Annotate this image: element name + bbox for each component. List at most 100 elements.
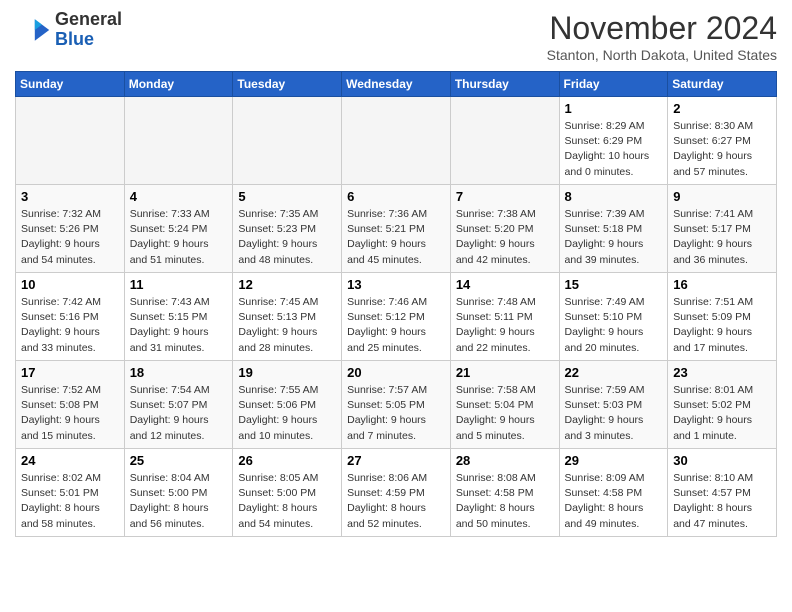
day-info: Sunrise: 8:09 AMSunset: 4:58 PMDaylight:… [565,471,663,532]
calendar-week-row: 17 Sunrise: 7:52 AMSunset: 5:08 PMDayligh… [16,361,777,449]
day-info: Sunrise: 8:05 AMSunset: 5:00 PMDaylight:… [238,471,336,532]
calendar-cell: 4 Sunrise: 7:33 AMSunset: 5:24 PMDaylight… [124,185,233,273]
calendar-cell: 26 Sunrise: 8:05 AMSunset: 5:00 PMDayligh… [233,449,342,537]
calendar-cell: 11 Sunrise: 7:43 AMSunset: 5:15 PMDayligh… [124,273,233,361]
calendar-cell: 25 Sunrise: 8:04 AMSunset: 5:00 PMDayligh… [124,449,233,537]
calendar-cell: 13 Sunrise: 7:46 AMSunset: 5:12 PMDayligh… [342,273,451,361]
calendar-cell: 19 Sunrise: 7:55 AMSunset: 5:06 PMDayligh… [233,361,342,449]
day-info: Sunrise: 8:02 AMSunset: 5:01 PMDaylight:… [21,471,119,532]
day-number: 12 [238,277,336,292]
day-info: Sunrise: 7:33 AMSunset: 5:24 PMDaylight:… [130,207,228,268]
weekday-header: Friday [559,72,668,97]
day-info: Sunrise: 7:48 AMSunset: 5:11 PMDaylight:… [456,295,554,356]
day-number: 23 [673,365,771,380]
day-info: Sunrise: 7:36 AMSunset: 5:21 PMDaylight:… [347,207,445,268]
day-info: Sunrise: 8:30 AMSunset: 6:27 PMDaylight:… [673,119,771,180]
calendar-cell: 6 Sunrise: 7:36 AMSunset: 5:21 PMDaylight… [342,185,451,273]
day-info: Sunrise: 7:39 AMSunset: 5:18 PMDaylight:… [565,207,663,268]
day-info: Sunrise: 8:08 AMSunset: 4:58 PMDaylight:… [456,471,554,532]
calendar-cell [450,97,559,185]
calendar-cell [342,97,451,185]
calendar-cell [124,97,233,185]
calendar-cell: 14 Sunrise: 7:48 AMSunset: 5:11 PMDayligh… [450,273,559,361]
month-title: November 2024 [547,10,777,47]
weekday-header: Sunday [16,72,125,97]
day-info: Sunrise: 8:06 AMSunset: 4:59 PMDaylight:… [347,471,445,532]
calendar-cell: 18 Sunrise: 7:54 AMSunset: 5:07 PMDayligh… [124,361,233,449]
day-info: Sunrise: 7:59 AMSunset: 5:03 PMDaylight:… [565,383,663,444]
calendar-cell: 15 Sunrise: 7:49 AMSunset: 5:10 PMDayligh… [559,273,668,361]
calendar-cell: 28 Sunrise: 8:08 AMSunset: 4:58 PMDayligh… [450,449,559,537]
day-number: 17 [21,365,119,380]
day-number: 26 [238,453,336,468]
calendar-cell: 12 Sunrise: 7:45 AMSunset: 5:13 PMDayligh… [233,273,342,361]
day-number: 22 [565,365,663,380]
day-info: Sunrise: 7:52 AMSunset: 5:08 PMDaylight:… [21,383,119,444]
day-info: Sunrise: 7:54 AMSunset: 5:07 PMDaylight:… [130,383,228,444]
calendar-cell [233,97,342,185]
weekday-header: Wednesday [342,72,451,97]
calendar-cell: 1 Sunrise: 8:29 AMSunset: 6:29 PMDaylight… [559,97,668,185]
day-number: 10 [21,277,119,292]
day-number: 15 [565,277,663,292]
day-number: 28 [456,453,554,468]
calendar-week-row: 10 Sunrise: 7:42 AMSunset: 5:16 PMDayligh… [16,273,777,361]
day-info: Sunrise: 8:04 AMSunset: 5:00 PMDaylight:… [130,471,228,532]
calendar-cell: 5 Sunrise: 7:35 AMSunset: 5:23 PMDaylight… [233,185,342,273]
day-info: Sunrise: 7:41 AMSunset: 5:17 PMDaylight:… [673,207,771,268]
location-subtitle: Stanton, North Dakota, United States [547,47,777,63]
day-number: 18 [130,365,228,380]
day-number: 14 [456,277,554,292]
day-number: 13 [347,277,445,292]
calendar-cell: 7 Sunrise: 7:38 AMSunset: 5:20 PMDaylight… [450,185,559,273]
day-info: Sunrise: 7:45 AMSunset: 5:13 PMDaylight:… [238,295,336,356]
day-number: 6 [347,189,445,204]
calendar-cell: 21Sunrise: 7:58 AMSunset: 5:04 PMDayligh… [450,361,559,449]
day-info: Sunrise: 7:38 AMSunset: 5:20 PMDaylight:… [456,207,554,268]
weekday-header: Tuesday [233,72,342,97]
calendar-cell: 30Sunrise: 8:10 AMSunset: 4:57 PMDayligh… [668,449,777,537]
logo-general: General [55,10,122,30]
day-info: Sunrise: 8:10 AMSunset: 4:57 PMDaylight:… [673,471,771,532]
day-info: Sunrise: 7:49 AMSunset: 5:10 PMDaylight:… [565,295,663,356]
day-info: Sunrise: 7:42 AMSunset: 5:16 PMDaylight:… [21,295,119,356]
day-number: 1 [565,101,663,116]
calendar-cell: 9Sunrise: 7:41 AMSunset: 5:17 PMDaylight… [668,185,777,273]
calendar-week-row: 3Sunrise: 7:32 AMSunset: 5:26 PMDaylight… [16,185,777,273]
day-number: 27 [347,453,445,468]
day-number: 2 [673,101,771,116]
day-number: 19 [238,365,336,380]
day-number: 11 [130,277,228,292]
day-number: 8 [565,189,663,204]
day-info: Sunrise: 7:43 AMSunset: 5:15 PMDaylight:… [130,295,228,356]
day-number: 4 [130,189,228,204]
calendar-week-row: 1 Sunrise: 8:29 AMSunset: 6:29 PMDaylight… [16,97,777,185]
day-info: Sunrise: 7:51 AMSunset: 5:09 PMDaylight:… [673,295,771,356]
title-block: November 2024 Stanton, North Dakota, Uni… [547,10,777,63]
logo-text: General Blue [55,10,122,50]
day-info: Sunrise: 8:29 AMSunset: 6:29 PMDaylight:… [565,119,663,180]
calendar-table: SundayMondayTuesdayWednesdayThursdayFrid… [15,71,777,537]
day-number: 25 [130,453,228,468]
calendar-cell: 27 Sunrise: 8:06 AMSunset: 4:59 PMDayligh… [342,449,451,537]
calendar-cell: 20Sunrise: 7:57 AMSunset: 5:05 PMDayligh… [342,361,451,449]
day-info: Sunrise: 7:46 AMSunset: 5:12 PMDaylight:… [347,295,445,356]
weekday-header: Saturday [668,72,777,97]
calendar-cell [16,97,125,185]
calendar-cell: 10 Sunrise: 7:42 AMSunset: 5:16 PMDayligh… [16,273,125,361]
logo: General Blue [15,10,122,50]
calendar-cell: 16Sunrise: 7:51 AMSunset: 5:09 PMDayligh… [668,273,777,361]
day-info: Sunrise: 7:35 AMSunset: 5:23 PMDaylight:… [238,207,336,268]
day-number: 24 [21,453,119,468]
calendar-cell: 24 Sunrise: 8:02 AMSunset: 5:01 PMDayligh… [16,449,125,537]
calendar-cell: 22 Sunrise: 7:59 AMSunset: 5:03 PMDayligh… [559,361,668,449]
logo-blue: Blue [55,30,122,50]
day-info: Sunrise: 8:01 AMSunset: 5:02 PMDaylight:… [673,383,771,444]
calendar-cell: 3Sunrise: 7:32 AMSunset: 5:26 PMDaylight… [16,185,125,273]
day-number: 5 [238,189,336,204]
day-number: 3 [21,189,119,204]
calendar-cell: 8 Sunrise: 7:39 AMSunset: 5:18 PMDaylight… [559,185,668,273]
day-info: Sunrise: 7:55 AMSunset: 5:06 PMDaylight:… [238,383,336,444]
day-number: 7 [456,189,554,204]
day-number: 29 [565,453,663,468]
